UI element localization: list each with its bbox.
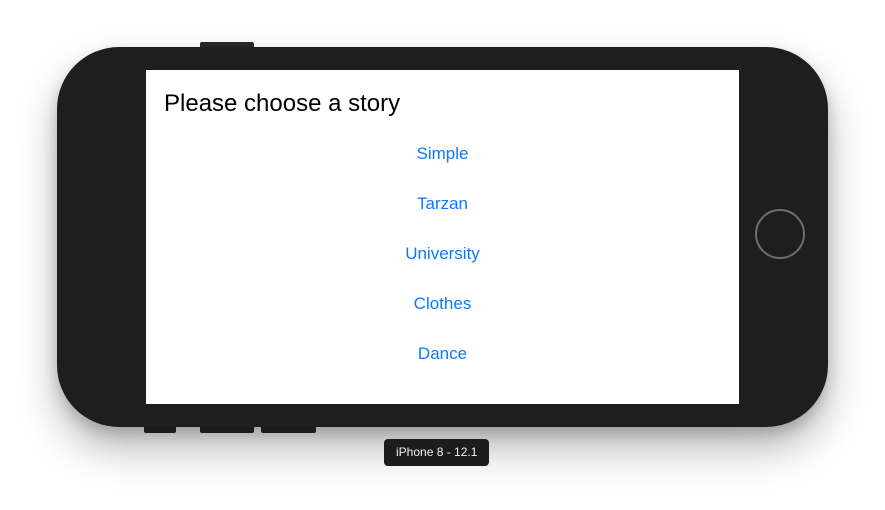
story-button-tarzan[interactable]: Tarzan (411, 190, 474, 218)
list-item: University (146, 240, 739, 290)
home-button-icon[interactable] (755, 209, 805, 259)
list-item: Clothes (146, 290, 739, 340)
list-item: Dance (146, 340, 739, 390)
page-title: Please choose a story (164, 90, 401, 117)
app-screen: Please choose a story Simple Tarzan Univ… (146, 70, 739, 404)
device-label-tooltip: iPhone 8 - 12.1 (384, 439, 490, 466)
simulator-stage: Please choose a story Simple Tarzan Univ… (0, 0, 885, 510)
story-button-university[interactable]: University (399, 240, 486, 268)
story-button-dance[interactable]: Dance (412, 340, 473, 368)
list-item: Simple (146, 140, 739, 190)
story-list: Simple Tarzan University Clothes Dance (146, 140, 739, 390)
story-button-clothes[interactable]: Clothes (408, 290, 478, 318)
iphone-frame: Please choose a story Simple Tarzan Univ… (57, 47, 828, 427)
list-item: Tarzan (146, 190, 739, 240)
story-button-simple[interactable]: Simple (411, 140, 475, 168)
